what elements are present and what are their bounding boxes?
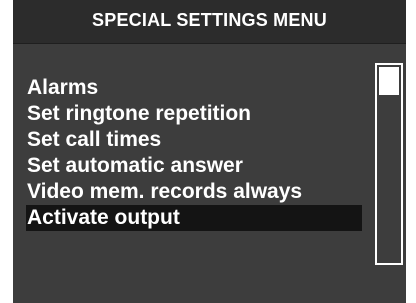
menu-item-activate-output[interactable]: Activate output: [26, 205, 362, 231]
menu-item-alarms[interactable]: Alarms: [26, 75, 362, 101]
settings-panel: SPECIAL SETTINGS MENU Alarms Set rington…: [13, 0, 406, 303]
menu-item-set-ringtone-repetition[interactable]: Set ringtone repetition: [26, 101, 362, 127]
title-bar: SPECIAL SETTINGS MENU: [13, 0, 406, 44]
scrollbar-thumb[interactable]: [379, 67, 399, 95]
menu-item-set-automatic-answer[interactable]: Set automatic answer: [26, 153, 362, 179]
device-screen: SPECIAL SETTINGS MENU Alarms Set rington…: [0, 0, 416, 303]
scrollbar[interactable]: [375, 63, 403, 265]
menu-item-video-mem-records-always[interactable]: Video mem. records always: [26, 179, 362, 205]
menu-item-set-call-times[interactable]: Set call times: [26, 127, 362, 153]
settings-menu-list: Alarms Set ringtone repetition Set call …: [26, 75, 362, 231]
menu-title: SPECIAL SETTINGS MENU: [92, 10, 327, 30]
